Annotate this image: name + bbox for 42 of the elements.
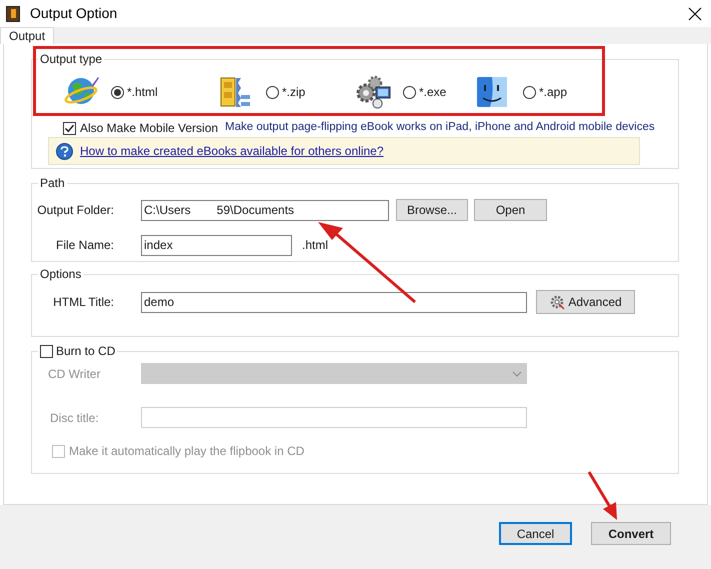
gears-icon <box>356 75 392 109</box>
help-icon <box>56 142 73 160</box>
checkbox-label: Make it automatically play the flipbook in CD <box>69 443 304 460</box>
convert-button[interactable]: Convert <box>591 522 671 545</box>
group-label: Options <box>40 267 82 281</box>
radio-label: *.html <box>127 84 158 101</box>
field-label: Disc title: <box>49 410 100 426</box>
finder-icon <box>476 76 508 108</box>
mobile-note: Make output page-flipping eBook works on iPad, iPhone and Android mobile devices <box>225 120 655 136</box>
help-link[interactable]: How to make created eBooks available for others online? <box>80 142 384 160</box>
caret-icon <box>512 370 522 376</box>
radio-label: *.zip <box>282 84 306 101</box>
input-field[interactable]: C:\Users 59\Documents <box>141 200 389 220</box>
tab[interactable]: Output <box>0 27 54 44</box>
field-label: CD Writer <box>47 366 102 382</box>
extension-label: .html <box>302 237 328 254</box>
input-field[interactable]: index <box>141 234 292 256</box>
input-field[interactable]: demo <box>141 292 527 312</box>
advanced-button[interactable]: Advanced <box>536 290 635 314</box>
radio-label: *.app <box>539 84 568 101</box>
window-title: Output Option <box>30 4 118 23</box>
close-icon[interactable] <box>687 6 703 22</box>
group-label: Path <box>40 176 65 190</box>
radio-label: *.exe <box>419 84 446 101</box>
group-label: Output type <box>40 52 102 66</box>
open-button[interactable]: Open <box>474 199 547 221</box>
radio-button[interactable] <box>523 86 536 98</box>
checkbox-label: Also Make Mobile Version <box>80 120 220 137</box>
field-label: File Name: <box>54 237 114 254</box>
gear-icon <box>549 294 566 310</box>
radio-button[interactable] <box>403 86 416 98</box>
annotation-arrow <box>588 471 617 520</box>
field-label: Output Folder: <box>36 202 114 219</box>
field-label: HTML Title: <box>52 294 114 311</box>
radio-button[interactable] <box>111 86 124 98</box>
archive-icon <box>219 75 251 109</box>
radio-button[interactable] <box>266 86 279 98</box>
checkbox[interactable] <box>63 122 76 134</box>
cancel-button[interactable]: Cancel <box>499 522 572 545</box>
browse-button[interactable]: Browse... <box>396 199 468 221</box>
checkbox-label: Burn to CD <box>56 344 116 358</box>
app-icon <box>6 6 20 22</box>
